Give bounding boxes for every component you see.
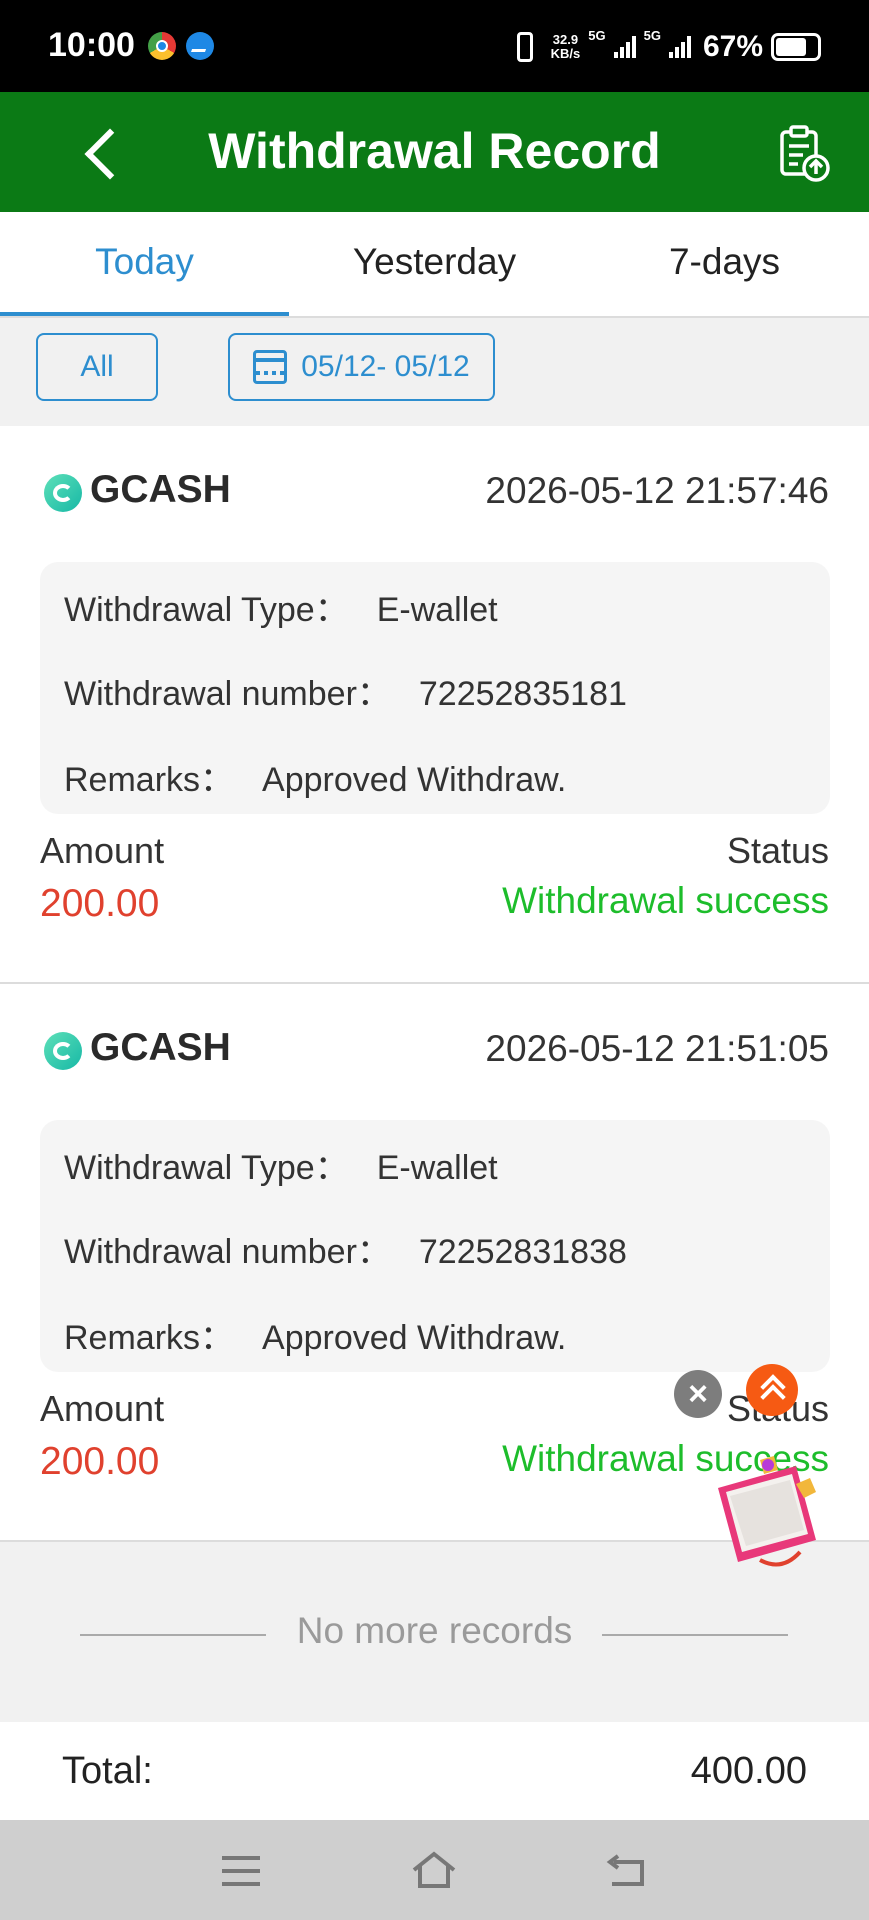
amount-label: Amount (40, 830, 165, 871)
app-header: Withdrawal Record (0, 92, 869, 212)
filter-bar: All 05/12- 05/12 (0, 318, 869, 426)
withdrawal-number-row: Withdrawal number： 72252835181 (64, 675, 627, 713)
network-speed: 32.9 KB/s (550, 32, 581, 61)
system-nav-bar (0, 1820, 869, 1920)
amount-label: Amount (40, 1388, 165, 1429)
date-tabs: Today Yesterday 7-days (0, 212, 869, 316)
home-icon[interactable] (410, 1850, 458, 1892)
gift-box-icon[interactable] (700, 1448, 832, 1570)
close-icon[interactable]: × (674, 1370, 722, 1418)
filter-all-label: All (80, 350, 114, 383)
gcash-logo-icon (44, 474, 82, 512)
status-bar: 10:00 32.9 KB/s 5G 5G 67% (0, 0, 869, 92)
signal-icon (668, 36, 691, 58)
date-range-picker[interactable]: 05/12- 05/12 (228, 333, 495, 401)
status-label: Status (726, 830, 829, 871)
tab-7-days[interactable]: 7-days (580, 212, 869, 316)
remarks-row: Remarks： Approved Withdraw. (64, 1319, 567, 1357)
status-time: 10:00 (48, 26, 135, 64)
messenger-icon (186, 32, 214, 60)
amount-value: 200.00 (40, 882, 160, 925)
remarks-row: Remarks： Approved Withdraw. (64, 761, 567, 799)
status-indicators: 32.9 KB/s 5G 5G 67% (516, 22, 821, 72)
network-type-1: 5G (588, 28, 606, 43)
signal-icon (613, 36, 636, 58)
withdrawal-type-row: Withdrawal Type： E-wallet (64, 1149, 498, 1187)
total-bar: Total: 400.00 (0, 1722, 869, 1820)
record-datetime: 2026-05-12 21:57:46 (485, 470, 829, 511)
withdrawal-number-row: Withdrawal number： 72252831838 (64, 1233, 627, 1271)
battery-icon (771, 33, 821, 61)
record-details: Withdrawal Type： E-wallet Withdrawal numb… (40, 1120, 830, 1372)
total-label: Total: (62, 1750, 153, 1792)
total-value: 400.00 (690, 1750, 807, 1792)
no-more-records-text: No more records (296, 1610, 573, 1651)
battery-percent: 67% (702, 30, 763, 63)
record-details: Withdrawal Type： E-wallet Withdrawal numb… (40, 562, 830, 814)
record-datetime: 2026-05-12 21:51:05 (485, 1028, 829, 1069)
date-range-label: 05/12- 05/12 (301, 350, 470, 383)
tab-today[interactable]: Today (0, 212, 289, 316)
amount-value: 200.00 (40, 1440, 160, 1483)
back-icon[interactable] (606, 1854, 646, 1888)
provider-name: GCASH (90, 1026, 231, 1069)
gcash-logo-icon (44, 1032, 82, 1070)
filter-all-button[interactable]: All (36, 333, 158, 401)
export-clipboard-icon[interactable] (778, 124, 830, 182)
menu-icon[interactable] (222, 1856, 260, 1886)
chrome-icon (148, 32, 176, 60)
vibrate-icon (516, 32, 533, 62)
status-value: Withdrawal success (502, 880, 829, 921)
scroll-to-top-icon[interactable] (746, 1364, 798, 1416)
tab-yesterday[interactable]: Yesterday (290, 212, 579, 316)
withdrawal-type-row: Withdrawal Type： E-wallet (64, 591, 498, 629)
divider (602, 1634, 788, 1636)
network-type-2: 5G (643, 28, 661, 43)
withdrawal-record: GCASH 2026-05-12 21:57:46 Withdrawal Typ… (0, 426, 869, 984)
calendar-icon (253, 350, 288, 384)
provider-name: GCASH (90, 468, 231, 511)
